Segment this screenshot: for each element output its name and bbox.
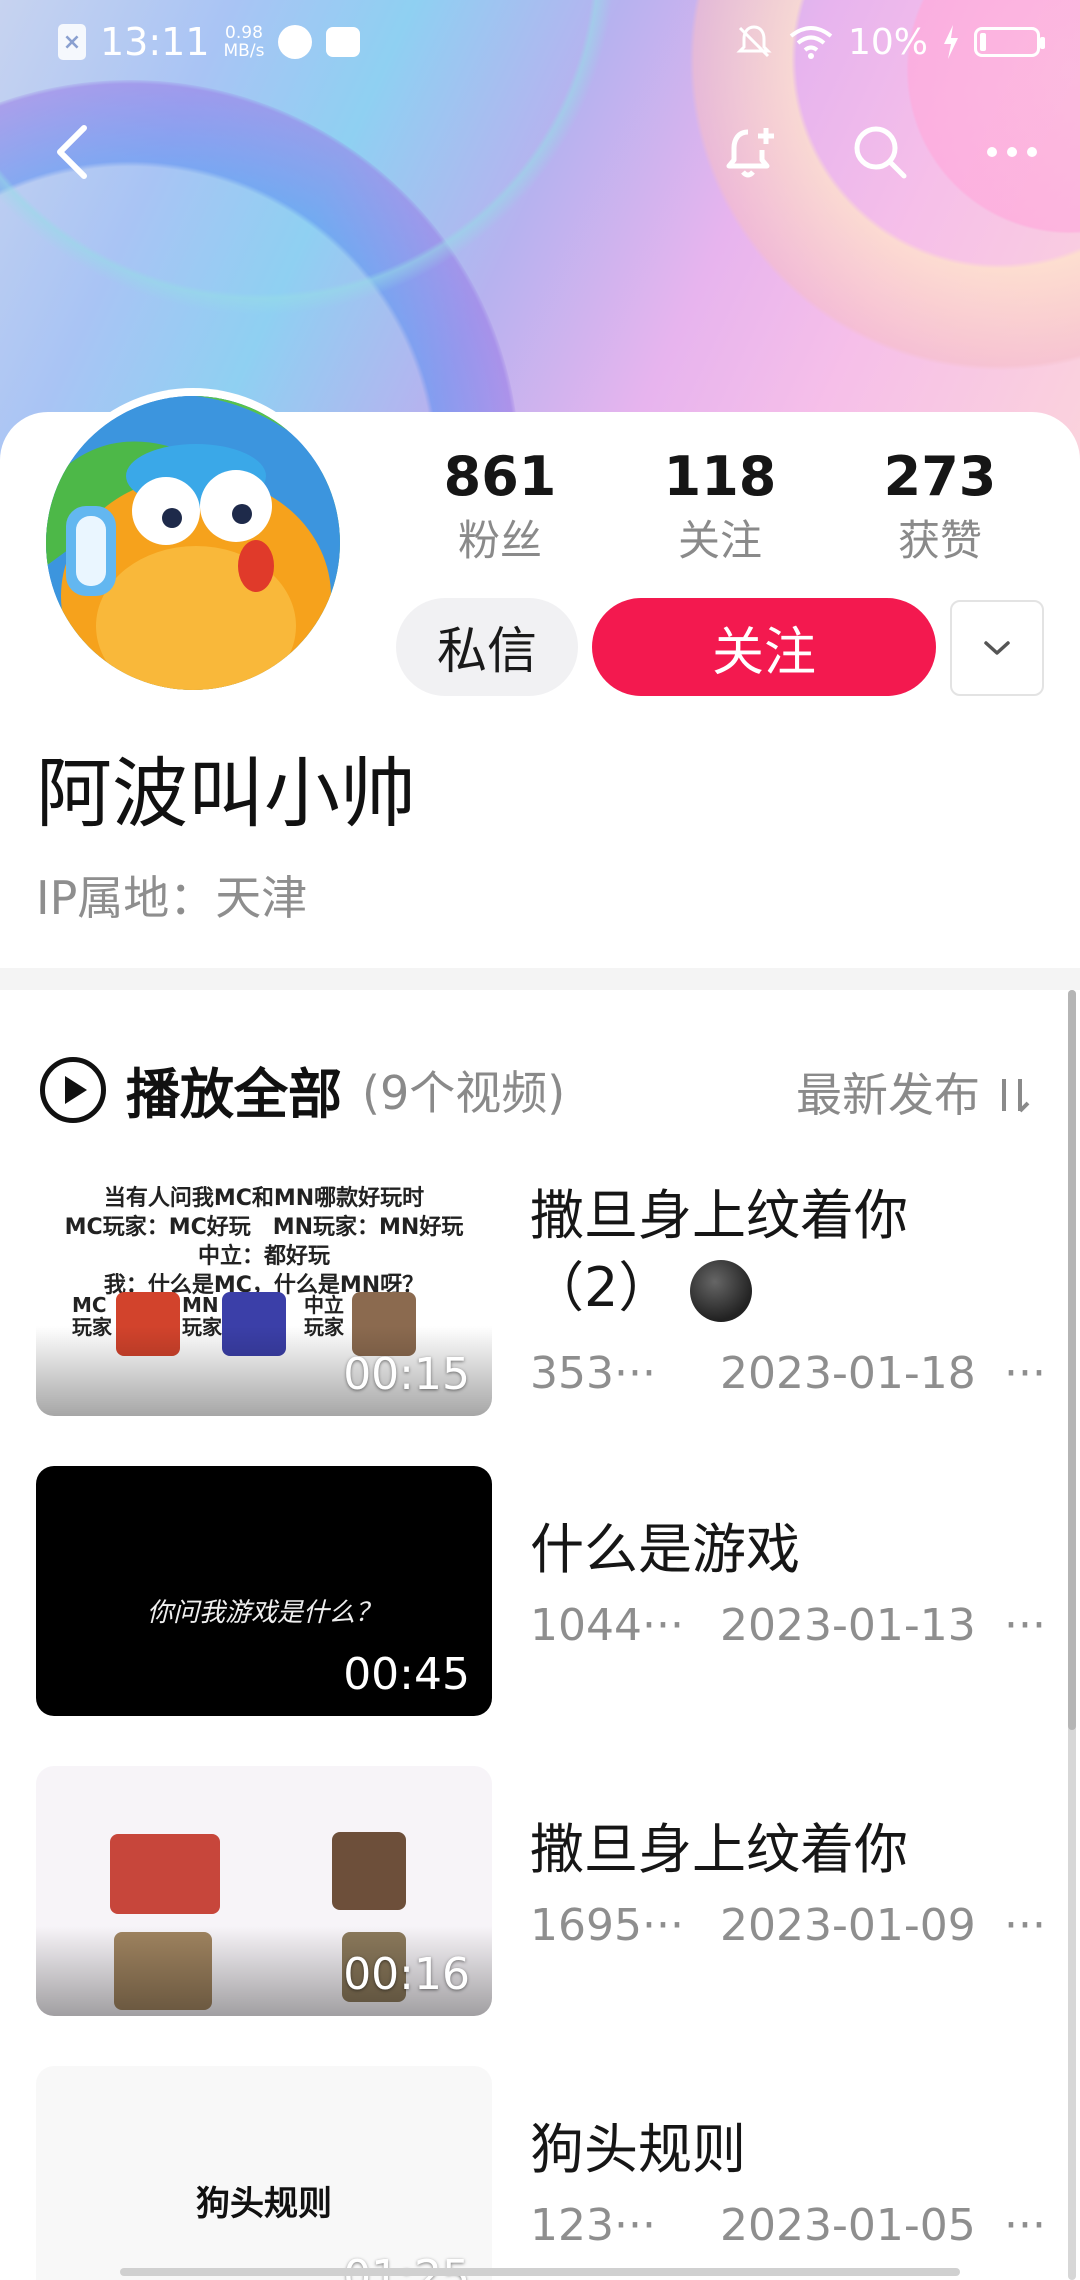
video-count: (9个视频) (362, 1065, 566, 1120)
play-all-button[interactable]: 播放全部 (9个视频) (40, 1050, 565, 1129)
video-item[interactable]: 狗头规则 01:25 狗头规则 123··· 2023-01-05 ··· (36, 2066, 1046, 2280)
video-title: 狗头规则 (530, 2118, 746, 2181)
view-count: 1695··· (530, 1900, 684, 1951)
avatar-image (46, 396, 340, 690)
video-thumbnail[interactable]: 00:16 (36, 1766, 492, 2016)
video-duration: 00:15 (343, 1349, 470, 1400)
video-item[interactable]: 00:16 撒旦身上纹着你 1695··· 2023-01-09 ··· (36, 1766, 1046, 2016)
video-more-button[interactable]: ··· (1004, 1596, 1046, 1656)
play-circle-icon (40, 1056, 106, 1123)
view-count: 353··· (530, 1348, 656, 1399)
meme-face (110, 1834, 220, 1914)
gesture-bar[interactable] (120, 2268, 960, 2276)
video-more-button[interactable]: ··· (1004, 2196, 1046, 2256)
scrollbar-thumb[interactable] (1068, 990, 1076, 1730)
ip-location: IP属地：天津 (36, 871, 308, 925)
search-button[interactable] (848, 120, 912, 184)
publish-date: 2023-01-05 (720, 2200, 976, 2251)
sort-icon (1002, 1079, 1030, 1113)
stat-followers[interactable]: 861 粉丝 (390, 445, 610, 569)
video-thumbnail[interactable]: 狗头规则 01:25 (36, 2066, 492, 2280)
view-count: 123··· (530, 2200, 656, 2251)
thumbnail-text: 当有人问我MC和MN哪款好玩时 MC玩家：MC好玩 MN玩家：MN好玩 中立：都… (64, 1186, 464, 1298)
more-button[interactable] (980, 120, 1044, 184)
profile-stats: 861 粉丝 118 关注 273 获赞 (390, 445, 1050, 569)
battery-icon (974, 27, 1045, 57)
status-bar: × 13:11 0.98 MB/s 10% (0, 0, 1080, 84)
ellipsis-icon (987, 147, 1037, 157)
message-notification-icon (326, 27, 361, 57)
view-count: 1044··· (530, 1600, 684, 1651)
expand-recommend-button[interactable] (950, 600, 1044, 696)
search-icon (854, 126, 907, 179)
video-thumbnail[interactable]: 你问我游戏是什么？ 00:45 (36, 1466, 492, 1716)
back-button[interactable] (40, 120, 104, 184)
video-more-button[interactable]: ··· (1004, 1896, 1046, 1956)
battery-percent: 10% (847, 21, 928, 63)
emoji-icon (689, 1260, 752, 1323)
video-duration: 00:45 (343, 1649, 470, 1700)
bell-plus-icon (726, 128, 774, 178)
chevron-down-icon (984, 641, 1010, 655)
video-list-header: 播放全部 (9个视频) 最新发布 (0, 1020, 1080, 1140)
thumbnail-text: 狗头规则 (196, 2184, 332, 2224)
charging-icon (944, 25, 958, 59)
top-nav (0, 100, 1080, 200)
sort-button[interactable]: 最新发布 (796, 1050, 1034, 1140)
section-divider (0, 968, 1080, 990)
network-speed: 0.98 MB/s (223, 23, 265, 61)
video-duration: 00:16 (343, 1949, 470, 2000)
app-notification-icon (278, 25, 313, 59)
video-title: 撒旦身上纹着你 (530, 1818, 908, 1881)
meme-face (332, 1832, 406, 1910)
publish-date: 2023-01-13 (720, 1600, 976, 1651)
message-button[interactable]: 私信 (396, 598, 578, 696)
avatar[interactable] (38, 388, 348, 698)
thumbnail-text: 你问我游戏是什么？ (146, 1598, 381, 1628)
clock: 13:11 (100, 20, 210, 64)
publish-date: 2023-01-18 (720, 1348, 976, 1399)
no-sim-icon: × (58, 24, 86, 60)
video-item[interactable]: 你问我游戏是什么？ 00:45 什么是游戏 1044··· 2023-01-13… (36, 1466, 1046, 1716)
username: 阿波叫小帅 (36, 749, 416, 838)
stat-likes[interactable]: 273 获赞 (830, 445, 1050, 569)
video-thumbnail[interactable]: 当有人问我MC和MN哪款好玩时 MC玩家：MC好玩 MN玩家：MN好玩 中立：都… (36, 1166, 492, 1416)
video-more-button[interactable]: ··· (1004, 1344, 1046, 1404)
video-title: 撒旦身上纹着你（2） (530, 1180, 1030, 1324)
chevron-left-icon (57, 125, 87, 179)
follow-button[interactable]: 关注 (592, 598, 936, 696)
mute-icon (736, 25, 772, 58)
wifi-icon (789, 26, 833, 59)
video-item[interactable]: 当有人问我MC和MN哪款好玩时 MC玩家：MC好玩 MN玩家：MN好玩 中立：都… (36, 1166, 1046, 1416)
publish-date: 2023-01-09 (720, 1900, 976, 1951)
video-title: 什么是游戏 (530, 1518, 800, 1581)
notify-button[interactable] (718, 120, 782, 184)
stat-following[interactable]: 118 关注 (610, 445, 830, 569)
